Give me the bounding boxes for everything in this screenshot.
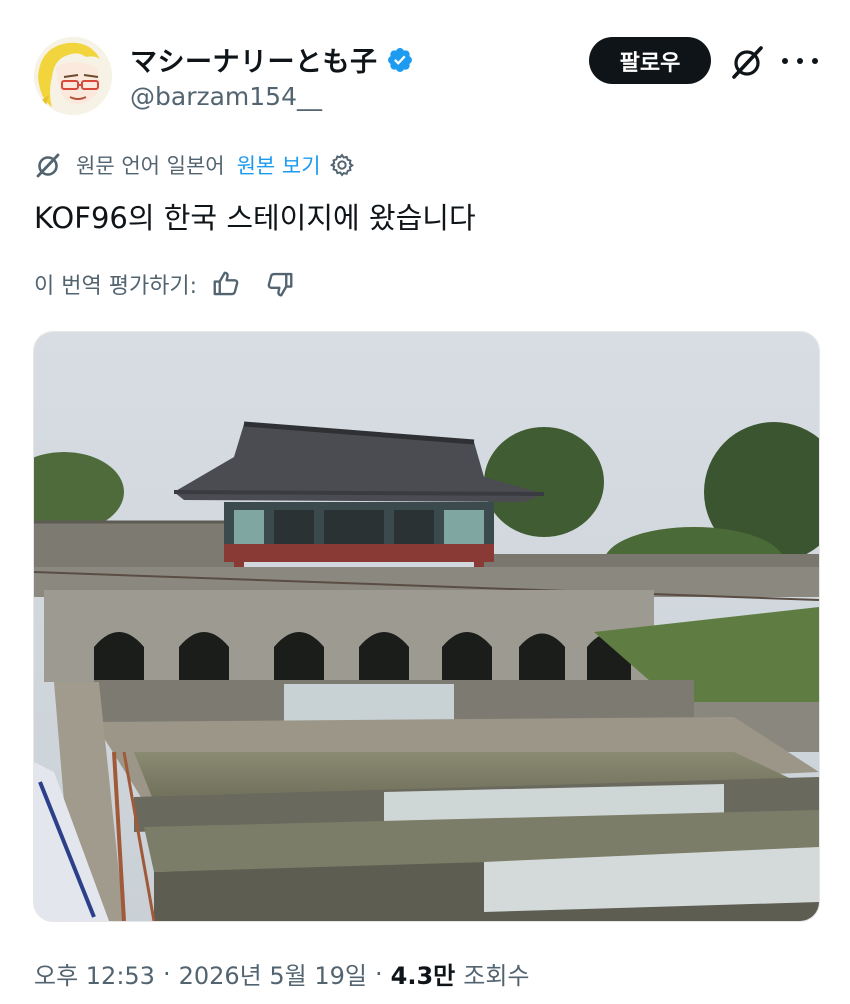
separator-dot: · (162, 959, 171, 988)
more-dot (782, 58, 788, 64)
more-dot (797, 58, 803, 64)
verified-badge-icon (387, 47, 412, 72)
show-original-link[interactable]: 원본 보기 (237, 150, 321, 180)
tweet-meta: 오후 12:53 · 2026년 5월 19일 · 4.3만 조회수 (34, 956, 529, 991)
grok-icon[interactable] (728, 43, 766, 81)
tweet-text: KOF96의 한국 스테이지에 왔습니다 (34, 201, 476, 235)
tweet-time[interactable]: 오후 12:53 (34, 956, 155, 991)
rate-translation-row: 이 번역 평가하기: (34, 268, 295, 300)
tweet-photo[interactable] (33, 331, 820, 922)
gear-icon[interactable] (329, 152, 355, 178)
thumbs-up-icon[interactable] (211, 269, 241, 299)
views-label: 조회수 (463, 962, 530, 990)
separator-dot: · (374, 959, 383, 988)
tweet-date[interactable]: 2026년 5월 19일 (179, 956, 367, 991)
display-name[interactable]: マシーナリーとも子 (130, 40, 378, 79)
more-dot (812, 58, 818, 64)
avatar[interactable] (34, 37, 112, 115)
author-handle[interactable]: @barzam154__ (130, 82, 322, 111)
more-icon[interactable] (782, 48, 818, 74)
follow-button[interactable]: 팔로우 (589, 37, 711, 84)
views-count: 4.3만 (390, 962, 456, 990)
translation-info-row: 원문 언어 일본어 원본 보기 (34, 150, 355, 180)
translate-icon (36, 153, 60, 178)
author-name-row[interactable]: マシーナリーとも子 (130, 40, 414, 79)
thumbs-down-icon[interactable] (265, 269, 295, 299)
source-language-label: 원문 언어 일본어 (76, 154, 225, 178)
rate-translation-label: 이 번역 평가하기: (34, 274, 198, 299)
